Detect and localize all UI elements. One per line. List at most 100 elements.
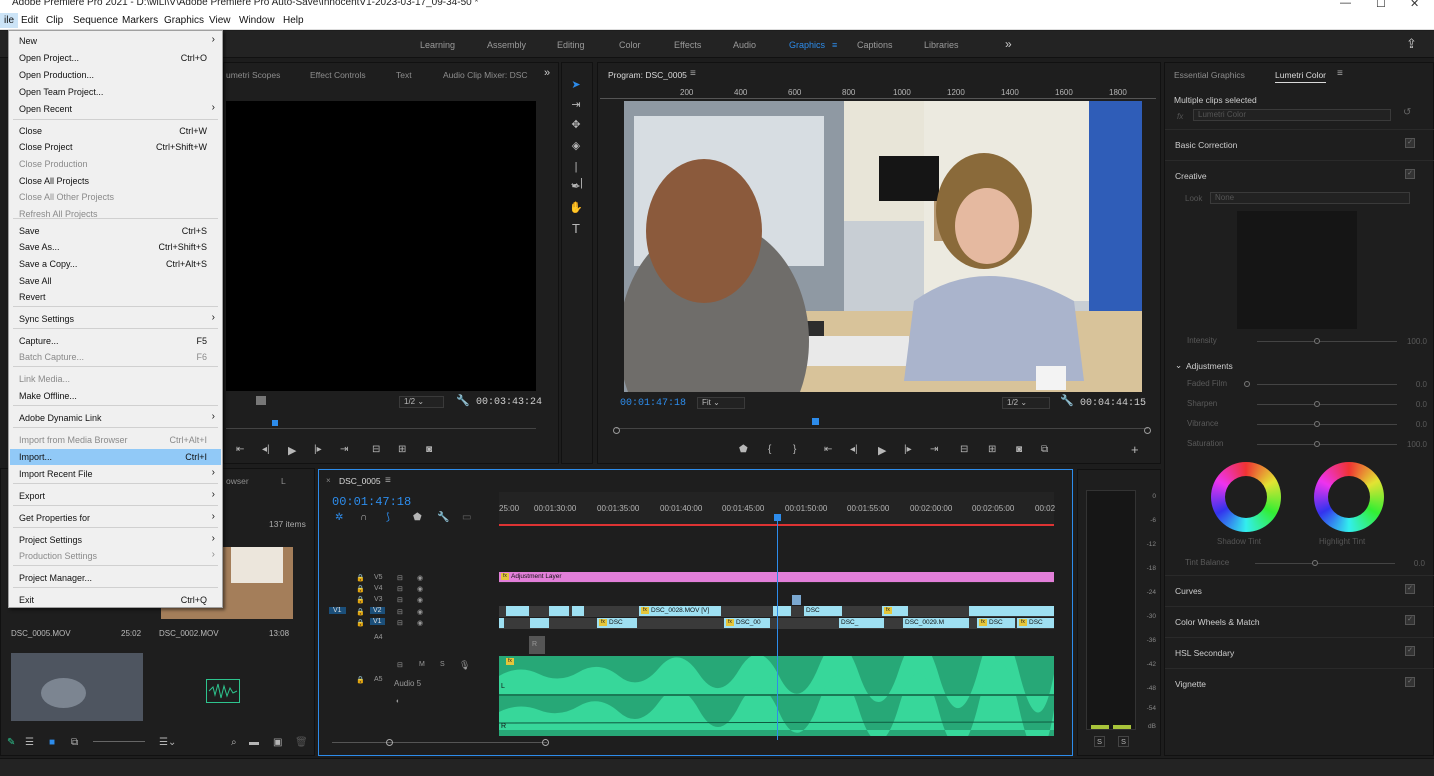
lift-icon[interactable]: ⊟: [960, 444, 968, 455]
microphone-icon[interactable]: 🎙: [459, 660, 470, 671]
film-icon[interactable]: ⊟: [397, 661, 403, 669]
clip[interactable]: [792, 595, 801, 605]
lock-icon[interactable]: 🔒: [356, 608, 365, 616]
file-menu-item-batch-capture[interactable]: Batch Capture... F6: [10, 349, 221, 365]
track-label-v2[interactable]: V2: [370, 607, 385, 614]
close-window-button[interactable]: ✕: [1410, 0, 1419, 10]
clip[interactable]: [506, 606, 529, 616]
section-color-wheels[interactable]: Color Wheels & Match ✓: [1165, 606, 1434, 637]
tab-text[interactable]: Text: [396, 70, 412, 80]
program-resolution-select[interactable]: 1/2 ⌄: [1002, 397, 1050, 409]
file-menu-item-open-recent[interactable]: Open Recent ›: [10, 101, 221, 117]
section-vignette[interactable]: Vignette ✓: [1165, 668, 1434, 699]
share-icon[interactable]: ⇪: [1406, 36, 1417, 52]
menu-view[interactable]: View: [209, 15, 231, 26]
source-playhead[interactable]: [272, 420, 278, 426]
adjustment-slider-saturation[interactable]: Saturation 100.0: [1187, 439, 1427, 451]
program-timecode[interactable]: 00:01:47:18: [620, 398, 686, 409]
clip[interactable]: [530, 618, 549, 628]
track-a4-clip[interactable]: R: [529, 636, 545, 654]
highlight-tint-wheel[interactable]: [1314, 462, 1384, 532]
adjustment-slider-faded-film[interactable]: Faded Film 0.0: [1187, 379, 1427, 391]
eye-icon[interactable]: ◉: [417, 574, 423, 582]
section-toggle-checkbox[interactable]: ✓: [1405, 584, 1415, 594]
trash-icon[interactable]: 🗑: [295, 737, 308, 748]
camera-icon[interactable]: ◙: [426, 444, 432, 455]
reset-icon[interactable]: ↺: [1403, 107, 1411, 118]
extract-icon[interactable]: ⊞: [988, 444, 996, 455]
camera-icon[interactable]: ◙: [1016, 444, 1022, 455]
file-menu-item-refresh-all-projects[interactable]: Refresh All Projects: [10, 206, 221, 222]
eye-icon[interactable]: ◉: [417, 619, 423, 627]
audio-clip-icon[interactable]: [206, 679, 240, 703]
clip-dsc-0028[interactable]: fx DSC_0028.MOV [V]: [639, 606, 721, 616]
film-icon[interactable]: ⊟: [397, 585, 403, 593]
overwrite-icon[interactable]: ⊞: [398, 444, 406, 455]
file-menu-item-close-all-other-projects[interactable]: Close All Other Projects: [10, 189, 221, 205]
film-icon[interactable]: ⊟: [397, 596, 403, 604]
go-to-out-icon[interactable]: ⇥: [930, 444, 938, 455]
nest-icon[interactable]: ✲: [335, 512, 343, 523]
menu-edit[interactable]: Edit: [21, 15, 38, 26]
eye-icon[interactable]: ◉: [417, 596, 423, 604]
wrench-icon[interactable]: 🔧: [1060, 394, 1074, 407]
sequence-menu-icon[interactable]: ≡: [385, 475, 391, 486]
solo-left-button[interactable]: S: [1094, 736, 1106, 747]
tab-lumetri-scopes[interactable]: umetri Scopes: [226, 70, 280, 80]
file-menu-item-import-from-media-browser[interactable]: Import from Media Browser Ctrl+Alt+I: [10, 432, 221, 448]
track-label-v1[interactable]: V1: [370, 618, 385, 625]
clip[interactable]: [969, 606, 1054, 616]
selection-tool-icon[interactable]: ➤: [568, 77, 584, 93]
workspace-editing[interactable]: Editing: [557, 40, 585, 50]
solo-right-button[interactable]: S: [1118, 736, 1130, 747]
file-menu-item-project-manager[interactable]: Project Manager...: [10, 570, 221, 586]
timeline-playhead[interactable]: [777, 516, 778, 740]
program-zoom-select[interactable]: Fit ⌄: [697, 397, 745, 409]
section-toggle-checkbox[interactable]: ✓: [1405, 169, 1415, 179]
film-icon[interactable]: ⊟: [397, 619, 403, 627]
workspace-menu-icon[interactable]: ≡: [832, 40, 837, 50]
lumetri-menu-icon[interactable]: ≡: [1337, 68, 1343, 79]
eye-icon[interactable]: ◉: [417, 585, 423, 593]
lock-icon[interactable]: 🔒: [356, 585, 365, 593]
comparison-view-icon[interactable]: ⧉: [1041, 444, 1048, 455]
keyframe-volume-icon[interactable]: ◐: [396, 698, 400, 705]
section-basic-correction[interactable]: Basic Correction ✓: [1165, 129, 1434, 157]
file-menu-item-exit[interactable]: Exit Ctrl+Q: [10, 592, 221, 608]
clip[interactable]: fx DSC_00: [724, 618, 770, 628]
adjustments-title[interactable]: Adjustments: [1186, 361, 1233, 371]
file-menu-item-new[interactable]: New ›: [10, 33, 221, 49]
file-menu-item-save[interactable]: Save Ctrl+S: [10, 223, 221, 239]
hand-icon[interactable]: ✋: [568, 200, 584, 216]
add-marker-icon[interactable]: ⬟: [739, 444, 748, 455]
step-back-icon[interactable]: ◂|: [262, 444, 270, 455]
freeform-view-icon[interactable]: ⧉: [71, 737, 78, 748]
wrench-icon[interactable]: 🔧: [456, 394, 470, 407]
tab-effect-controls[interactable]: Effect Controls: [310, 70, 366, 80]
file-menu-item-save-as[interactable]: Save As... Ctrl+Shift+S: [10, 239, 221, 255]
add-icon[interactable]: +: [1131, 442, 1139, 457]
section-creative[interactable]: Creative ✓ Look None Intensity 100.0: [1165, 160, 1434, 360]
magnet-icon[interactable]: ∩: [360, 512, 367, 523]
tint-balance-slider[interactable]: Tint Balance 0.0: [1185, 558, 1425, 570]
captions-icon[interactable]: ▭: [462, 512, 471, 523]
workspace-libraries[interactable]: Libraries: [924, 40, 959, 50]
mark-in-icon[interactable]: ⇤: [236, 444, 244, 455]
adjustment-slider-vibrance[interactable]: Vibrance 0.0: [1187, 419, 1427, 431]
menu-window[interactable]: Window: [239, 15, 275, 26]
solo-button[interactable]: S: [440, 661, 445, 668]
clip[interactable]: fx DSC: [1017, 618, 1054, 628]
step-back-icon[interactable]: ◂|: [850, 444, 858, 455]
section-toggle-checkbox[interactable]: ✓: [1405, 138, 1415, 148]
wrench-icon[interactable]: 🔧: [437, 512, 449, 523]
ripple-edit-icon[interactable]: ✥: [568, 117, 584, 133]
clip[interactable]: [499, 618, 504, 628]
file-menu-item-save-a-copy[interactable]: Save a Copy... Ctrl+Alt+S: [10, 256, 221, 272]
clip[interactable]: [549, 606, 569, 616]
file-menu-item-sync-settings[interactable]: Sync Settings ›: [10, 311, 221, 327]
clip[interactable]: DSC_: [839, 618, 884, 628]
file-menu-item-adobe-dynamic-link[interactable]: Adobe Dynamic Link ›: [10, 410, 221, 426]
slider-knob[interactable]: [1314, 421, 1320, 427]
clip[interactable]: [572, 606, 584, 616]
mark-out-icon[interactable]: }: [793, 444, 796, 455]
